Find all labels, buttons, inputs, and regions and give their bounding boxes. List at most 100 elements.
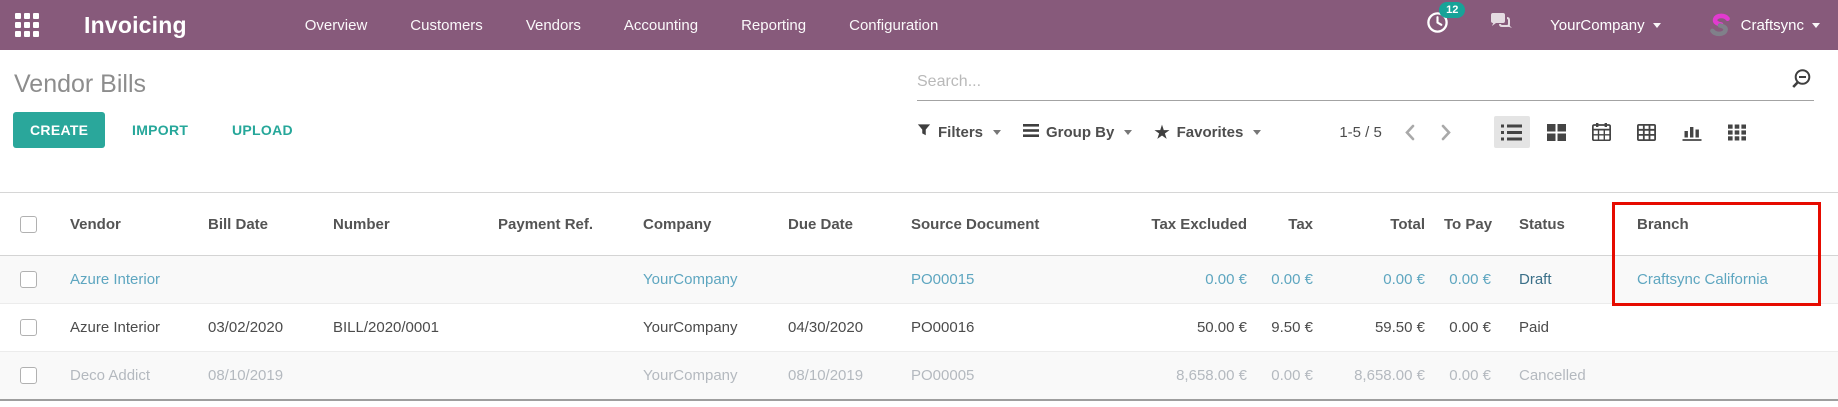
menu-item-accounting[interactable]: Accounting: [624, 17, 698, 34]
cell-to_pay: 0.00 €: [1438, 303, 1504, 351]
search-box: [917, 68, 1814, 101]
cell-number: [320, 351, 485, 399]
group-by-dropdown[interactable]: Group By: [1023, 124, 1132, 141]
cell-source_document: PO00005: [895, 351, 1100, 399]
cell-due_date: [775, 255, 895, 303]
column-header-vendor[interactable]: Vendor: [56, 194, 195, 255]
column-header-payment_ref[interactable]: Payment Ref.: [485, 194, 630, 255]
menu-item-configuration[interactable]: Configuration: [849, 17, 938, 34]
cell-company: YourCompany: [630, 255, 775, 303]
app-name[interactable]: Invoicing: [84, 12, 187, 39]
chevron-down-icon: [1124, 130, 1132, 135]
menu-item-vendors[interactable]: Vendors: [526, 17, 581, 34]
pivot-view-icon[interactable]: [1629, 116, 1665, 148]
list-view-icon[interactable]: [1494, 116, 1530, 148]
chevron-down-icon: [1253, 130, 1261, 135]
table-row[interactable]: Deco Addict08/10/2019YourCompany08/10/20…: [0, 351, 1838, 399]
menu-item-reporting[interactable]: Reporting: [741, 17, 806, 34]
column-header-company[interactable]: Company: [630, 194, 775, 255]
cell-total: 59.50 €: [1326, 303, 1438, 351]
column-header-due_date[interactable]: Due Date: [775, 194, 895, 255]
select-all-checkbox[interactable]: [20, 216, 37, 233]
main-menu: Overview Customers Vendors Accounting Report…: [305, 17, 939, 34]
cell-bill_date: [195, 255, 320, 303]
user-menu[interactable]: Craftsync: [1707, 12, 1820, 38]
top-navbar: Invoicing Overview Customers Vendors Accoun…: [0, 0, 1838, 50]
column-header-to_pay[interactable]: To Pay: [1438, 194, 1504, 255]
apps-menu-icon[interactable]: [15, 13, 40, 38]
favorites-label: Favorites: [1177, 124, 1244, 141]
column-header-status[interactable]: Status: [1504, 194, 1624, 255]
cell-number: BILL/2020/0001: [320, 303, 485, 351]
activities-button[interactable]: 12: [1426, 11, 1449, 39]
cell-source_document: PO00016: [895, 303, 1100, 351]
table-row[interactable]: Azure Interior03/02/2020BILL/2020/0001 Yo…: [0, 303, 1838, 351]
graph-view-icon[interactable]: [1674, 116, 1710, 148]
star-icon: ★: [1154, 124, 1169, 141]
vendor-bills-table: VendorBill DateNumberPayment Ref.Company…: [0, 194, 1838, 399]
row-checkbox[interactable]: [20, 271, 37, 288]
cell-tax: 0.00 €: [1260, 351, 1326, 399]
cell-company: YourCompany: [630, 303, 775, 351]
chevron-down-icon: [1653, 23, 1661, 28]
page-title: Vendor Bills: [14, 70, 146, 99]
cell-tax: 9.50 €: [1260, 303, 1326, 351]
notification-badge: 12: [1439, 2, 1465, 18]
search-input[interactable]: [917, 73, 1789, 91]
menu-item-overview[interactable]: Overview: [305, 17, 368, 34]
navbar-right: 12 YourCompany: [1426, 11, 1838, 39]
grid-view-icon[interactable]: [1719, 116, 1755, 148]
upload-button[interactable]: UPLOAD: [232, 122, 293, 138]
cell-bill_date: 08/10/2019: [195, 351, 320, 399]
cell-branch: [1624, 351, 1838, 399]
invoicing-app-window: Invoicing Overview Customers Vendors Accoun…: [0, 0, 1838, 407]
cell-select: [0, 303, 56, 351]
cell-bill_date: 03/02/2020: [195, 303, 320, 351]
cell-tax_excluded: 8,658.00 €: [1100, 351, 1260, 399]
company-switcher[interactable]: YourCompany: [1550, 17, 1661, 34]
column-header-bill_date[interactable]: Bill Date: [195, 194, 320, 255]
cell-branch: [1624, 303, 1838, 351]
cell-vendor: Azure Interior: [56, 255, 195, 303]
filters-dropdown[interactable]: Filters: [917, 123, 1001, 141]
cell-status: Paid: [1504, 303, 1624, 351]
table-row[interactable]: Azure InteriorYourCompanyPO000150.00 €0.…: [0, 255, 1838, 303]
user-menu-label: Craftsync: [1741, 17, 1804, 34]
filter-funnel-icon: [917, 123, 931, 141]
row-checkbox[interactable]: [20, 319, 37, 336]
cell-payment_ref: [485, 255, 630, 303]
cell-select: [0, 255, 56, 303]
row-checkbox[interactable]: [20, 367, 37, 384]
table-header-row: VendorBill DateNumberPayment Ref.Company…: [0, 194, 1838, 255]
create-button[interactable]: CREATE: [13, 112, 105, 148]
chevron-down-icon: [993, 130, 1001, 135]
column-header-number[interactable]: Number: [320, 194, 485, 255]
messages-button[interactable]: [1489, 12, 1516, 38]
cell-branch: Craftsync California: [1624, 255, 1838, 303]
import-button[interactable]: IMPORT: [132, 122, 188, 138]
avatar: [1707, 12, 1733, 38]
search-icon[interactable]: [1789, 68, 1812, 96]
cell-total: 0.00 €: [1326, 255, 1438, 303]
column-header-total[interactable]: Total: [1326, 194, 1438, 255]
column-header-tax_excluded[interactable]: Tax Excluded: [1100, 194, 1260, 255]
cell-status: Draft: [1504, 255, 1624, 303]
view-switcher: [1494, 116, 1755, 148]
kanban-view-icon[interactable]: [1539, 116, 1575, 148]
menu-item-customers[interactable]: Customers: [410, 17, 483, 34]
column-header-source_document[interactable]: Source Document: [895, 194, 1100, 255]
cell-vendor: Deco Addict: [56, 351, 195, 399]
search-tools: Filters Group By ★ Favorites 1-5 / 5: [917, 114, 1755, 150]
calendar-view-icon[interactable]: [1584, 116, 1620, 148]
button-row: CREATE IMPORT UPLOAD Filters Group By: [0, 112, 1838, 152]
pager-previous-button[interactable]: [1398, 120, 1421, 145]
pager-next-button[interactable]: [1435, 120, 1458, 145]
filters-label: Filters: [938, 124, 983, 141]
favorites-dropdown[interactable]: ★ Favorites: [1154, 124, 1261, 141]
cell-due_date: 04/30/2020: [775, 303, 895, 351]
cell-vendor: Azure Interior: [56, 303, 195, 351]
chat-bubbles-icon: [1489, 12, 1516, 38]
column-header-tax[interactable]: Tax: [1260, 194, 1326, 255]
column-header-branch[interactable]: Branch: [1624, 194, 1838, 255]
pager-range: 1-5 / 5: [1339, 124, 1382, 141]
